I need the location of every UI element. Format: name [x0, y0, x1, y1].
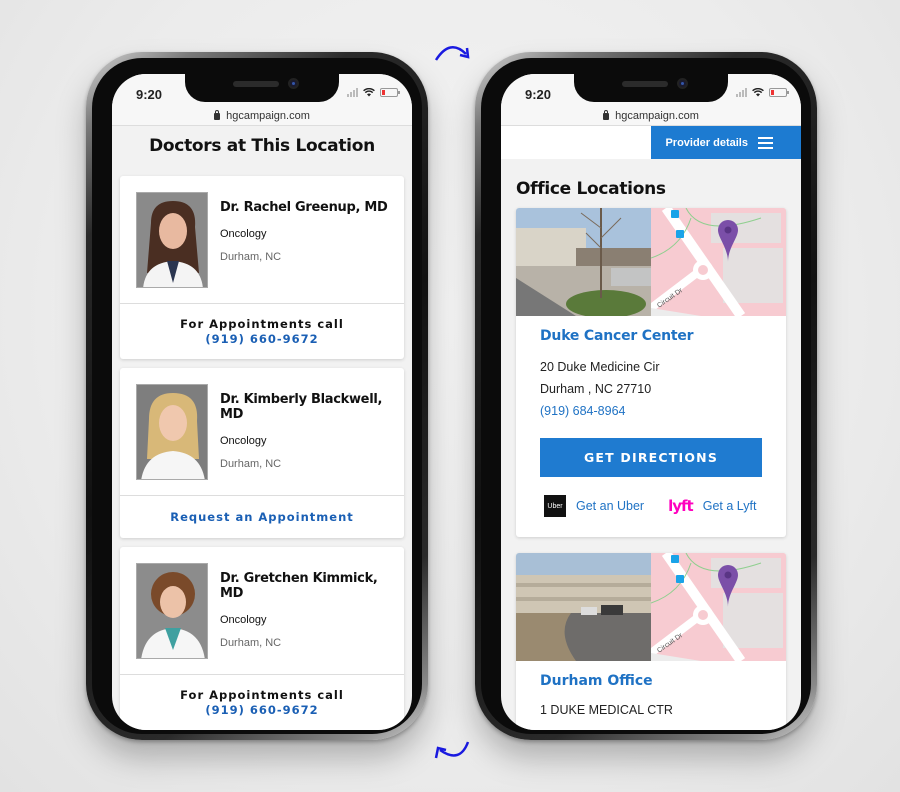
doctor-photo: [136, 384, 208, 480]
office-name-link[interactable]: Durham Office: [540, 673, 762, 689]
doctor-card: Dr. Gretchen Kimmick, MD Oncology Durham…: [120, 547, 404, 730]
doctor-name[interactable]: Dr. Kimberly Blackwell, MD: [220, 392, 388, 422]
lock-icon: [214, 110, 221, 120]
phone-left: 9:20 hgcampaign.com Doctors at This Loca…: [86, 52, 428, 740]
phone-right: 9:20 hgcampaign.com Provider details Off…: [475, 52, 817, 740]
rotate-clockwise-arrow-icon: [434, 46, 470, 61]
office-card: Circuit Dr Duke Cancer Center 20 Duke Me…: [516, 208, 786, 537]
page-title: Doctors at This Location: [149, 136, 375, 156]
office-phone-link[interactable]: (919) 684-8964: [540, 400, 762, 422]
status-time: 9:20: [525, 87, 552, 102]
screen-offices: 9:20 hgcampaign.com Provider details Off…: [501, 74, 801, 730]
url-text: hgcampaign.com: [226, 109, 310, 122]
street-view-image[interactable]: [516, 553, 651, 661]
office-name-link[interactable]: Duke Cancer Center: [540, 328, 762, 344]
address-line-2: Durham , NC 27710: [540, 382, 652, 396]
top-nav: Provider details: [501, 126, 801, 159]
appointment-label: For Appointments call: [180, 317, 344, 331]
section-title: Office Locations: [516, 179, 666, 199]
lock-icon: [603, 110, 610, 120]
battery-icon: [769, 88, 789, 97]
notch: [574, 74, 728, 102]
uber-icon[interactable]: Uber: [544, 495, 566, 517]
signal-icon: [736, 88, 747, 97]
url-bar[interactable]: hgcampaign.com: [112, 106, 412, 126]
street-view-image[interactable]: [516, 208, 651, 316]
get-lyft-link[interactable]: Get a Lyft: [703, 499, 757, 513]
url-text: hgcampaign.com: [615, 109, 699, 122]
address-line-1: 1 DUKE MEDICAL CTR: [540, 703, 673, 717]
address-line-1: 20 Duke Medicine Cir: [540, 360, 660, 374]
status-time: 9:20: [136, 87, 163, 102]
doctor-specialty: Oncology: [220, 228, 267, 240]
provider-details-label: Provider details: [665, 136, 748, 149]
screen-doctors: 9:20 hgcampaign.com Doctors at This Loca…: [112, 74, 412, 730]
doctor-card: Dr. Rachel Greenup, MD Oncology Durham, …: [120, 176, 404, 359]
doctor-specialty: Oncology: [220, 614, 267, 626]
doctor-name[interactable]: Dr. Rachel Greenup, MD: [220, 200, 388, 215]
signal-icon: [347, 88, 358, 97]
map-thumbnail[interactable]: Circuit Dr: [651, 208, 786, 316]
doctor-specialty: Oncology: [220, 435, 267, 447]
doctor-name[interactable]: Dr. Gretchen Kimmick, MD: [220, 571, 388, 601]
provider-details-menu-button[interactable]: Provider details: [651, 126, 801, 159]
appointment-phone-link[interactable]: (919) 660-9672: [205, 703, 318, 717]
nav-blank: [501, 126, 651, 159]
get-uber-link[interactable]: Get an Uber: [576, 499, 644, 513]
url-bar[interactable]: hgcampaign.com: [501, 106, 801, 126]
camera: [288, 78, 299, 89]
hamburger-icon[interactable]: [758, 136, 773, 149]
speaker: [233, 81, 279, 87]
request-appointment-link[interactable]: Request an Appointment: [170, 510, 354, 524]
map-thumbnail[interactable]: Circuit Dr: [651, 553, 786, 661]
doctor-location: Durham, NC: [220, 458, 282, 470]
doctor-card: Dr. Kimberly Blackwell, MD Oncology Durh…: [120, 368, 404, 538]
appointment-phone-link[interactable]: (919) 660-9672: [205, 332, 318, 346]
notch: [185, 74, 339, 102]
office-card: Circuit Dr Durham Office 1 DUKE MEDICAL …: [516, 553, 786, 730]
doctor-location: Durham, NC: [220, 637, 282, 649]
doctor-photo: [136, 192, 208, 288]
appointment-label: For Appointments call: [180, 688, 344, 702]
lyft-icon[interactable]: lyft: [668, 497, 694, 515]
rotate-counterclockwise-arrow-icon: [434, 741, 470, 759]
doctor-photo: [136, 563, 208, 659]
wifi-icon: [363, 88, 375, 97]
battery-icon: [380, 88, 400, 97]
wifi-icon: [752, 88, 764, 97]
camera: [677, 78, 688, 89]
speaker: [622, 81, 668, 87]
get-directions-button[interactable]: GET DIRECTIONS: [540, 438, 762, 477]
doctor-location: Durham, NC: [220, 251, 282, 263]
